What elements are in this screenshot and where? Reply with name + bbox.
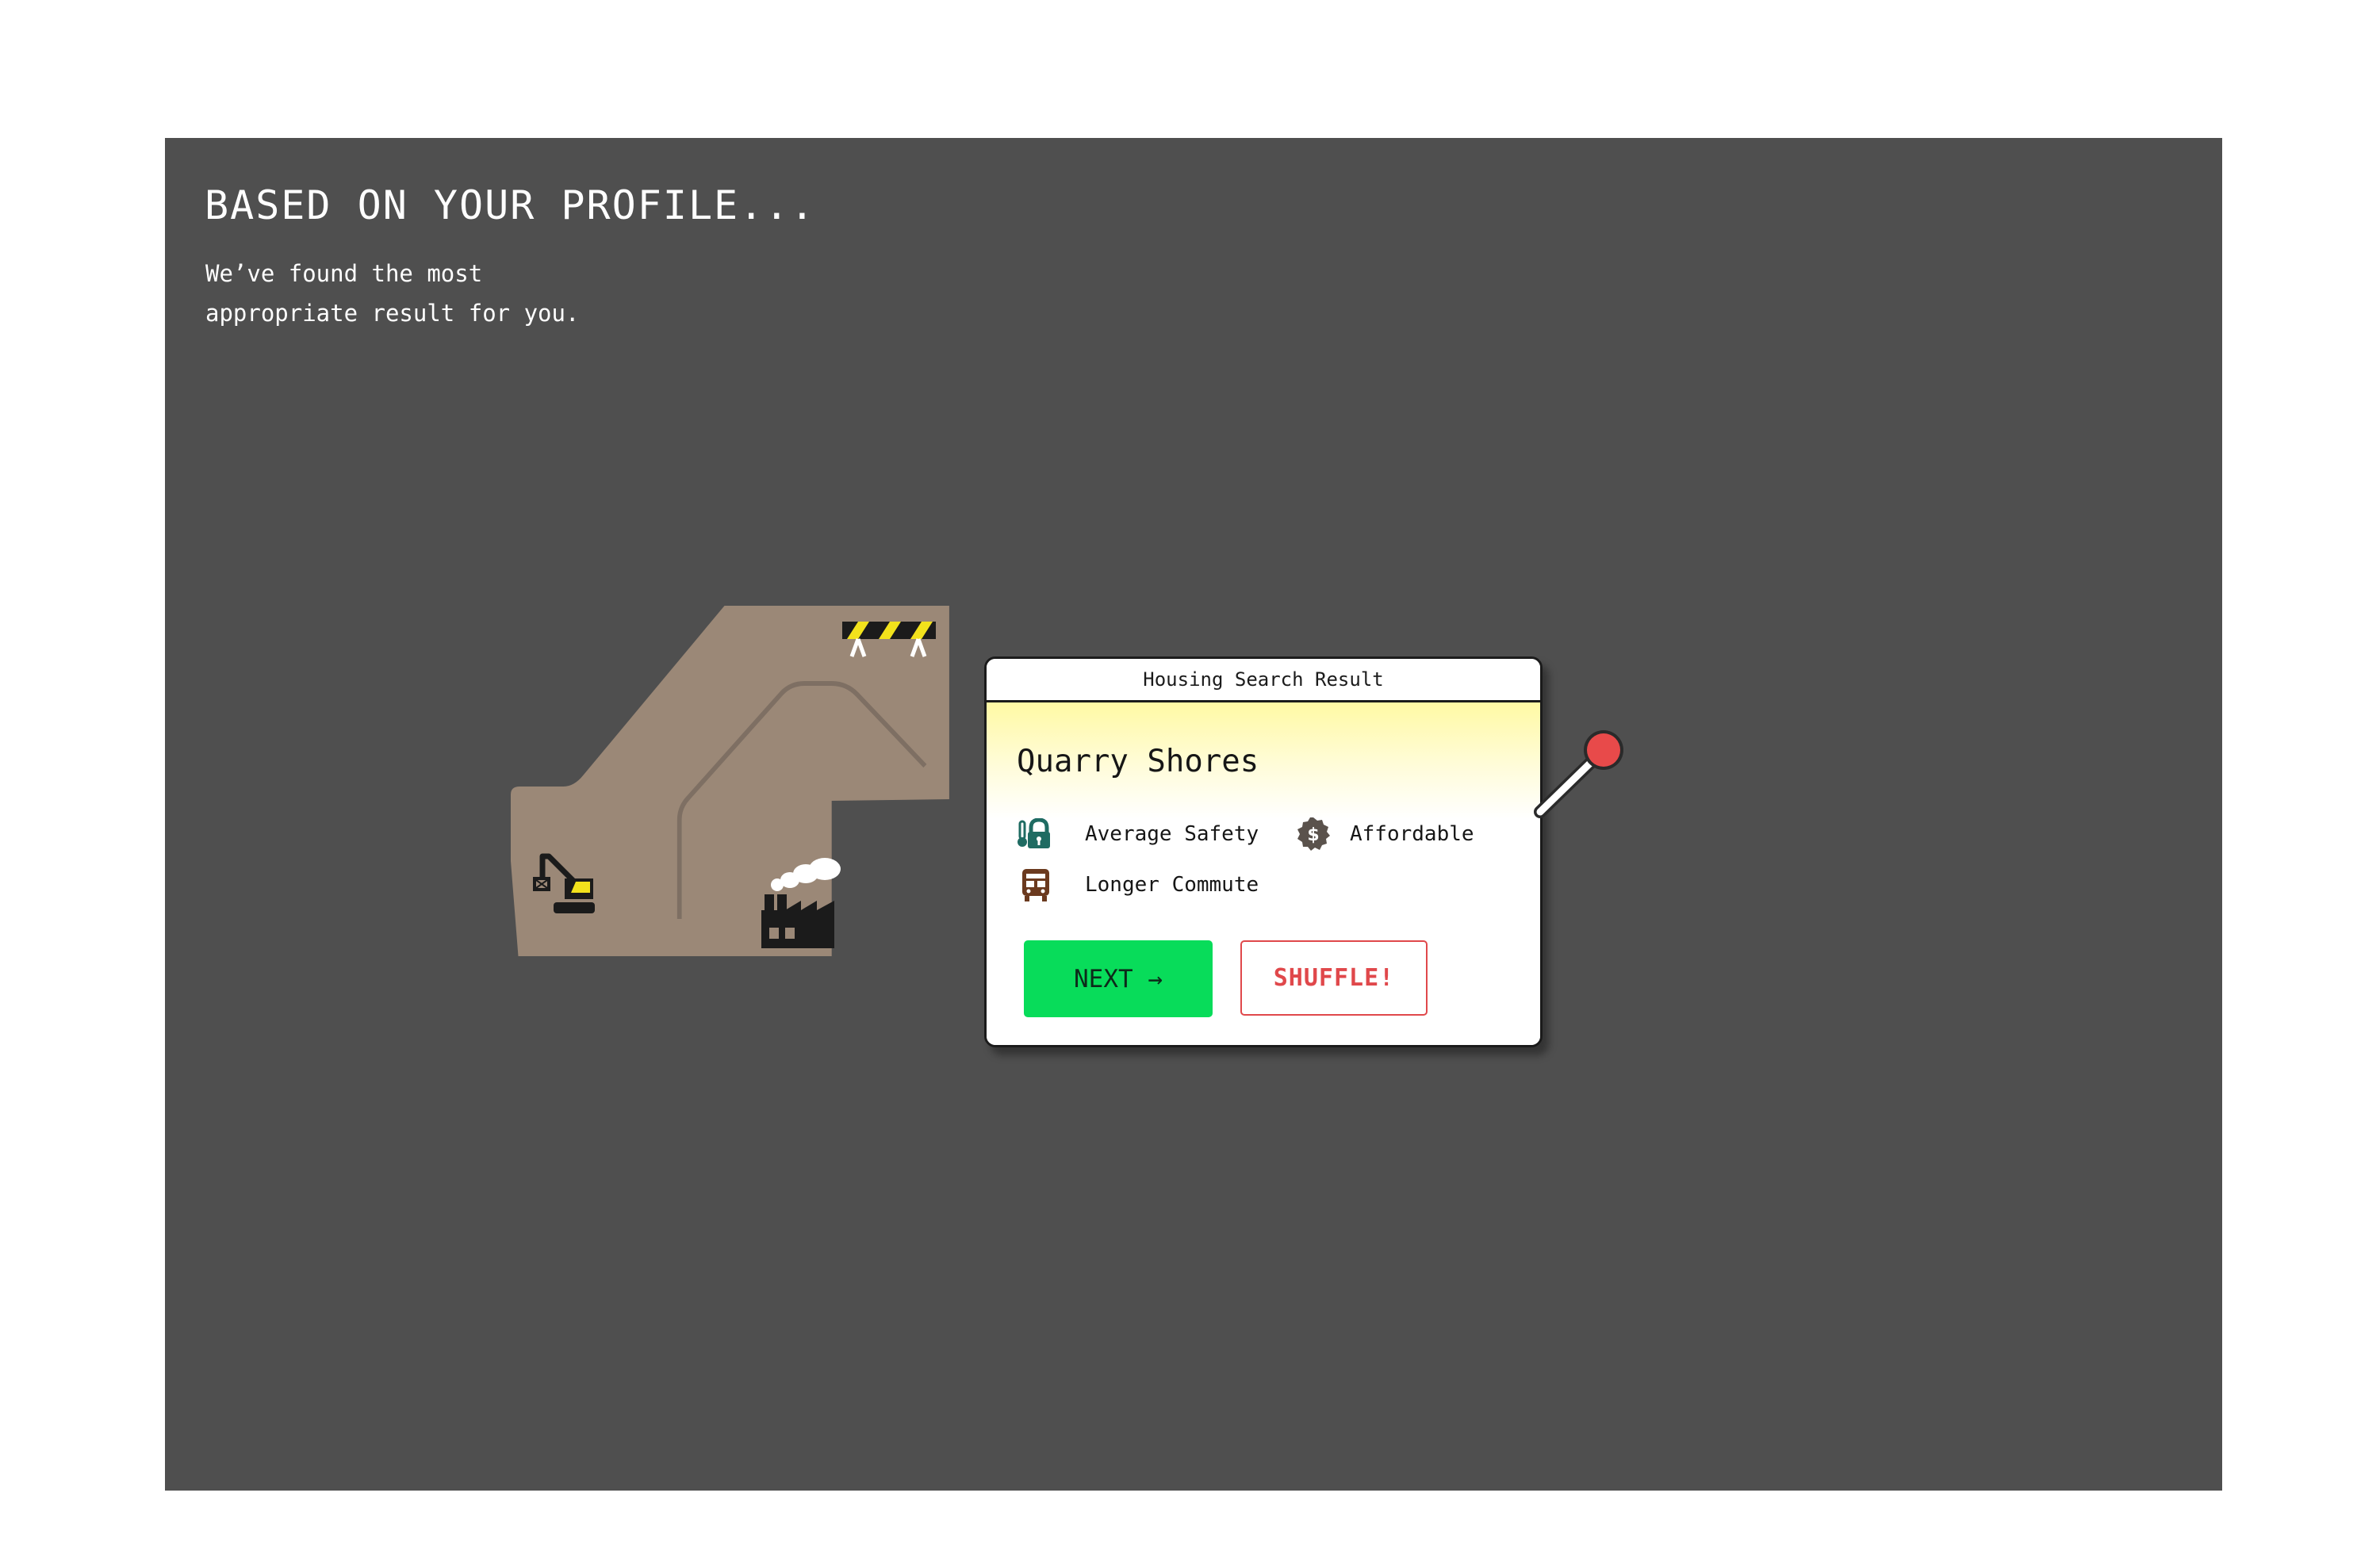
next-button[interactable]: NEXT → bbox=[1024, 940, 1213, 1017]
bus-icon bbox=[1017, 866, 1055, 904]
thermometer-lock-icon bbox=[1017, 815, 1055, 853]
card-window-title: Housing Search Result bbox=[1143, 668, 1384, 691]
page-subtext: We’ve found the most appropriate result … bbox=[205, 260, 580, 327]
lever-icon[interactable] bbox=[1532, 723, 1627, 818]
page-heading: BASED ON YOUR PROFILE... bbox=[205, 182, 816, 228]
attribute-safety: Average Safety bbox=[1017, 815, 1259, 853]
attribute-label: Affordable bbox=[1350, 822, 1474, 846]
place-name: Quarry Shores bbox=[1017, 744, 1259, 779]
attribute-label: Longer Commute bbox=[1085, 873, 1259, 897]
shuffle-button[interactable]: SHUFFLE! bbox=[1240, 940, 1428, 1016]
dollar-badge-icon: $ bbox=[1294, 815, 1332, 853]
attribute-commute: Longer Commute bbox=[1017, 866, 1259, 904]
attribute-affordability: $ Affordable bbox=[1294, 815, 1474, 853]
card-titlebar: Housing Search Result bbox=[987, 659, 1540, 702]
housing-result-card: Housing Search Result Quarry Shores Aver… bbox=[984, 656, 1543, 1047]
card-body: Quarry Shores Average Safety $ Affordabl… bbox=[987, 702, 1540, 1045]
neighborhood-map bbox=[511, 606, 949, 956]
attribute-label: Average Safety bbox=[1085, 822, 1259, 846]
results-stage: BASED ON YOUR PROFILE... We’ve found the… bbox=[165, 138, 2222, 1491]
svg-text:$: $ bbox=[1307, 825, 1319, 845]
